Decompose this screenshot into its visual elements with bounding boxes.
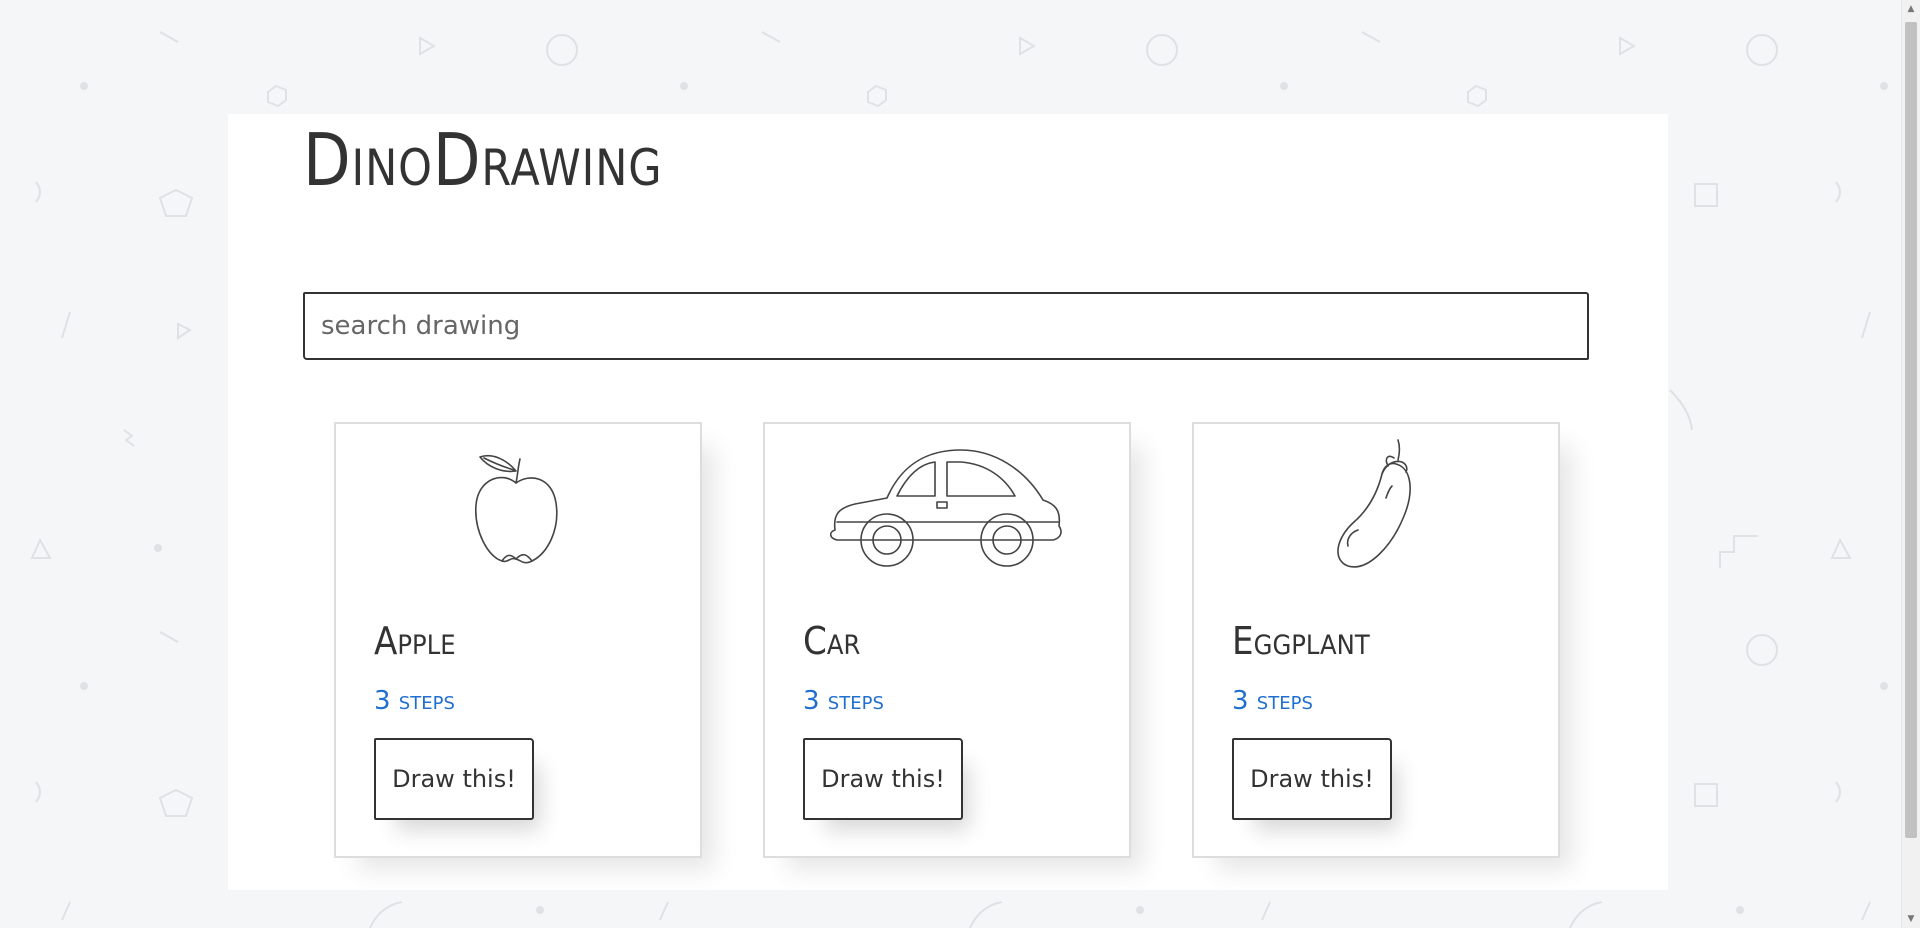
scrollbar[interactable]: ▲ ▼ [1901,0,1920,928]
draw-this-button[interactable]: Draw this! [1232,738,1392,820]
search-input[interactable] [303,292,1589,360]
card-title: Apple [374,619,456,663]
drawing-card-car: Car 3 steps Draw this! [763,422,1131,858]
step-count[interactable]: 3 steps [1232,688,1313,714]
scroll-up-icon[interactable]: ▲ [1902,0,1920,18]
drawing-card-apple: Apple 3 steps Draw this! [334,422,702,858]
card-title: Eggplant [1232,619,1370,663]
car-icon [765,438,1129,578]
scrollbar-thumb[interactable] [1905,22,1917,838]
apple-icon [336,438,700,578]
site-logo[interactable]: DinoDrawing [303,124,662,196]
eggplant-icon [1194,438,1558,578]
step-count[interactable]: 3 steps [803,688,884,714]
draw-this-button[interactable]: Draw this! [803,738,963,820]
main-container: DinoDrawing Apple 3 steps Draw this! [228,114,1668,890]
card-title: Car [803,619,861,663]
draw-this-button[interactable]: Draw this! [374,738,534,820]
drawing-card-eggplant: Eggplant 3 steps Draw this! [1192,422,1560,858]
scroll-down-icon[interactable]: ▼ [1902,910,1920,928]
step-count[interactable]: 3 steps [374,688,455,714]
